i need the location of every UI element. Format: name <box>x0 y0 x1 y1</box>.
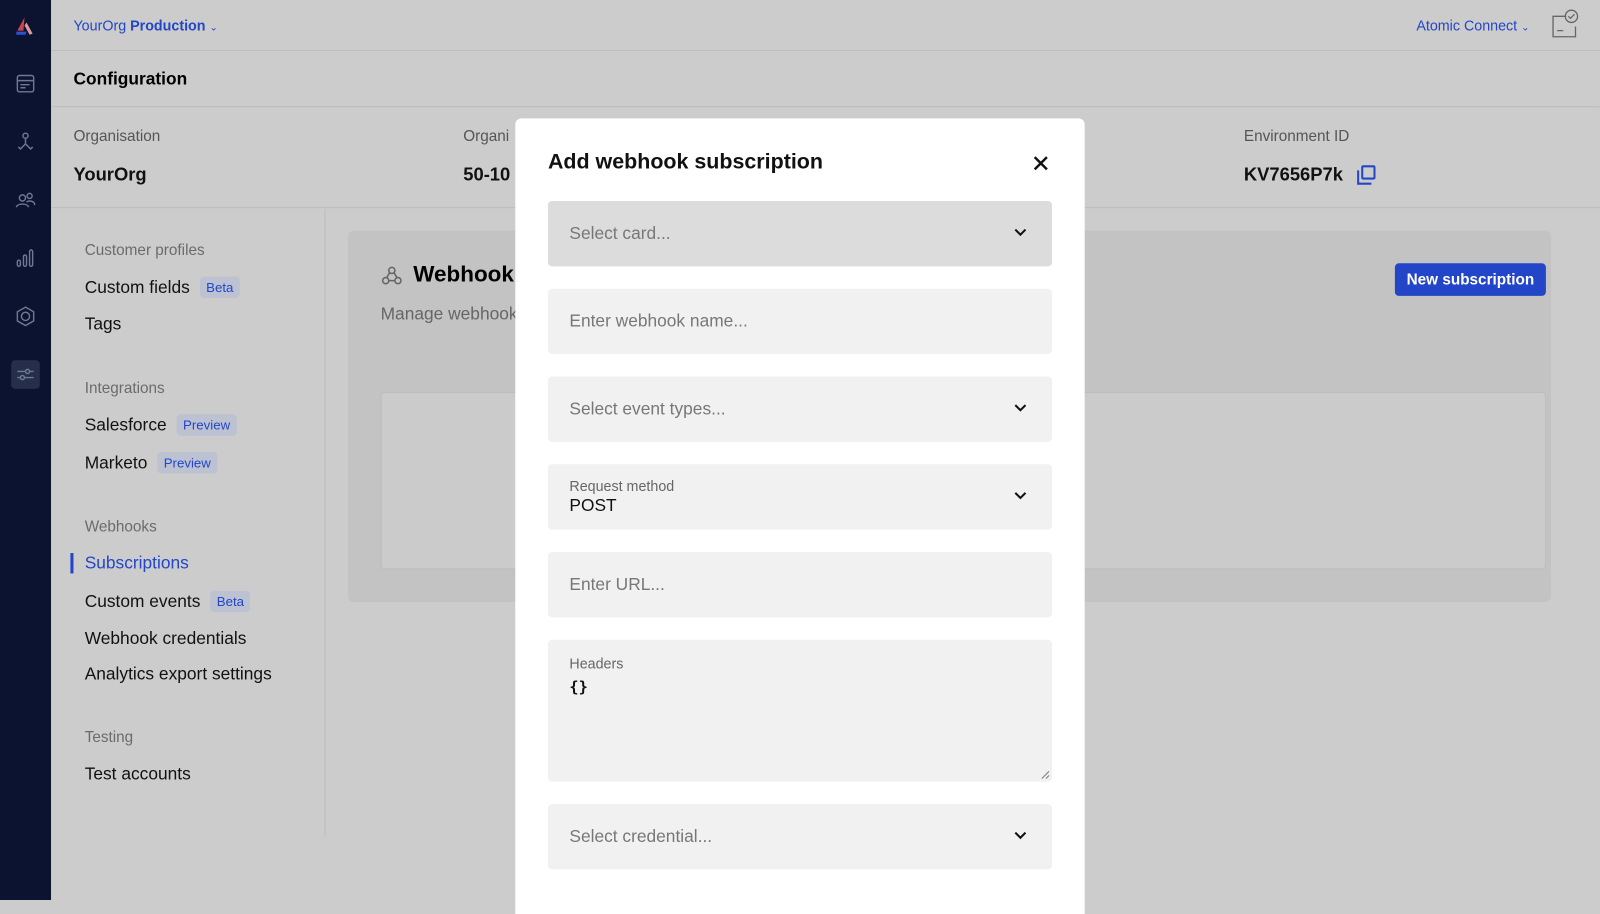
url-input[interactable]: Enter URL... <box>547 552 1053 618</box>
nav-item-label: Analytics export settings <box>84 664 272 684</box>
atomic-logo[interactable] <box>11 11 40 40</box>
nav-section-customer-profiles: Customer profiles <box>84 241 205 260</box>
chevron-down-icon: ⌄ <box>209 22 219 34</box>
credential-select[interactable]: Select credential... <box>547 804 1053 870</box>
nav-item-label: Salesforce <box>84 414 167 435</box>
environment-id-value: KV7656P7k <box>1243 164 1343 185</box>
chevron-down-icon: ⌄ <box>1521 22 1530 34</box>
integrations-icon[interactable] <box>11 302 40 331</box>
nav-item-custom-fields[interactable]: Custom fields Beta <box>84 276 240 298</box>
chevron-down-icon <box>1014 831 1027 840</box>
modal-title: Add webhook subscription <box>547 149 823 174</box>
nav-item-analytics-export-settings[interactable]: Analytics export settings <box>85 664 272 684</box>
organisation-id-label: Organi <box>463 127 510 145</box>
organisation-id-value: 50-10 <box>463 164 511 185</box>
app-switcher[interactable]: Atomic Connect ⌄ <box>1416 17 1529 33</box>
org-name: YourOrg <box>73 17 127 34</box>
nav-item-label: Marketo <box>84 452 148 472</box>
active-indicator <box>70 553 74 574</box>
nav-item-marketo[interactable]: Marketo Preview <box>84 452 218 474</box>
tasks-check-icon[interactable] <box>1550 8 1581 39</box>
request-method-label: Request method <box>569 477 675 494</box>
environment-name: Production <box>130 17 206 34</box>
nav-section-webhooks: Webhooks <box>84 518 157 536</box>
preview-badge: Preview <box>176 414 237 436</box>
customers-icon[interactable] <box>11 186 40 215</box>
nav-item-tags[interactable]: Tags <box>85 314 122 334</box>
headers-value: {} <box>569 677 588 696</box>
card-subtitle: Manage webhook <box>380 304 518 324</box>
icon-rail <box>0 0 52 900</box>
preview-badge: Preview <box>157 452 218 474</box>
card-title: Webhook <box>413 261 514 287</box>
organisation-value: YourOrg <box>73 164 147 185</box>
environment-id-label: Environment ID <box>1243 127 1350 145</box>
webhook-name-placeholder: Enter webhook name... <box>569 311 748 331</box>
nav-item-webhook-credentials[interactable]: Webhook credentials <box>85 629 247 649</box>
url-placeholder: Enter URL... <box>569 574 665 594</box>
chevron-down-icon <box>1014 228 1027 237</box>
cards-icon[interactable] <box>11 69 40 98</box>
request-method-select[interactable]: Request method POST <box>547 464 1053 530</box>
chevron-down-icon <box>1014 404 1027 412</box>
new-subscription-button[interactable]: New subscription <box>1394 263 1546 296</box>
analytics-icon[interactable] <box>11 244 40 273</box>
card-select-placeholder: Select card... <box>569 223 671 243</box>
nav-item-label: Tags <box>84 314 122 334</box>
chevron-down-icon <box>1014 492 1027 500</box>
nav-section-integrations: Integrations <box>84 379 165 397</box>
event-types-select[interactable]: Select event types... <box>547 376 1053 442</box>
webhook-icon <box>381 264 403 286</box>
config-nav: Customer profiles Custom fields Beta Tags… <box>51 209 326 837</box>
nav-item-label: Custom events <box>84 591 201 611</box>
nav-item-subscriptions[interactable]: Subscriptions <box>85 553 189 573</box>
beta-badge: Beta <box>210 590 251 613</box>
organisation-label: Organisation <box>73 127 161 145</box>
page-header: Configuration <box>51 52 1600 108</box>
request-method-value: POST <box>569 495 617 516</box>
app-name: Atomic Connect <box>1416 17 1518 34</box>
close-icon[interactable] <box>1031 153 1051 173</box>
nav-section-testing: Testing <box>84 728 134 746</box>
nav-item-salesforce[interactable]: Salesforce Preview <box>84 414 237 436</box>
environment-switcher[interactable]: YourOrg Production ⌄ <box>73 17 218 33</box>
top-bar: YourOrg Production ⌄ Atomic Connect ⌄ <box>51 0 1600 52</box>
page-title: Configuration <box>73 69 188 89</box>
copy-icon[interactable] <box>1355 164 1377 186</box>
nav-item-custom-events[interactable]: Custom events Beta <box>84 590 251 613</box>
nav-item-test-accounts[interactable]: Test accounts <box>85 764 191 784</box>
headers-textarea[interactable]: Headers {} <box>547 639 1053 782</box>
card-select[interactable]: Select card... <box>547 201 1053 267</box>
nav-item-label: Custom fields <box>84 277 190 297</box>
resize-handle-icon[interactable] <box>1041 770 1050 779</box>
nav-item-label: Webhook credentials <box>84 628 247 648</box>
credential-placeholder: Select credential... <box>569 826 713 846</box>
headers-label: Headers <box>569 655 624 672</box>
beta-badge: Beta <box>199 276 240 298</box>
nav-item-label: Test accounts <box>84 764 191 784</box>
configuration-icon[interactable] <box>11 360 40 389</box>
add-webhook-modal: Add webhook subscription Select card... … <box>515 118 1085 914</box>
webhook-name-input[interactable]: Enter webhook name... <box>547 288 1053 355</box>
nav-item-label: Subscriptions <box>84 553 189 573</box>
workflows-icon[interactable] <box>11 128 40 157</box>
event-types-placeholder: Select event types... <box>569 398 726 419</box>
